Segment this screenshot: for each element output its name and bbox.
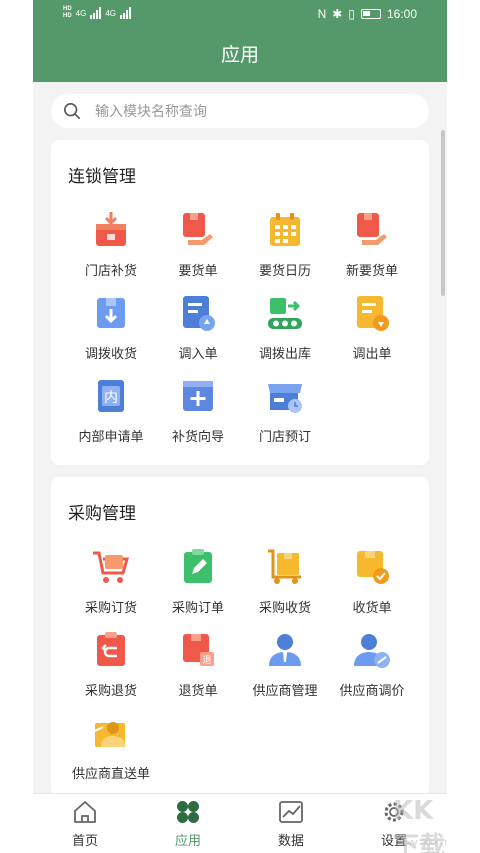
- watermark-url: www.kkx.net: [401, 838, 447, 848]
- scrollbar[interactable]: [441, 130, 445, 296]
- transfer-out-order-icon: [357, 296, 389, 331]
- module-purchase-receive[interactable]: 采购收货: [240, 547, 330, 616]
- status-right: N ✱ ▯ 16:00: [318, 7, 417, 21]
- module-label: 新要货单: [345, 263, 398, 278]
- module-label: 供应商直送单: [71, 766, 150, 781]
- tab-label: 应用: [174, 833, 201, 848]
- module-new-request-order[interactable]: 新要货单: [327, 210, 417, 279]
- module-purchase-return[interactable]: 采购退货: [66, 630, 156, 699]
- replenish-wizard-icon: [183, 381, 213, 411]
- phone-screen: HD HD 4G 4G N ✱ ▯ 16:00 应用 连锁管理 门店补货: [33, 0, 447, 853]
- hd-badge-2: HD: [63, 13, 72, 19]
- tab-home[interactable]: 首页: [45, 798, 125, 849]
- module-store-reservation[interactable]: 门店预订: [240, 376, 330, 445]
- hd-badges: HD HD: [63, 6, 72, 20]
- bottom-tab-bar: 首页 应用 数据 设置: [33, 793, 447, 853]
- vibrate-icon: ▯: [348, 7, 355, 21]
- module-label: 调入单: [178, 346, 218, 361]
- transfer-out-icon: [268, 298, 302, 329]
- module-supplier-direct[interactable]: 供应商直送单: [66, 713, 156, 782]
- module-label: 采购订单: [171, 600, 224, 615]
- search-icon: [63, 102, 81, 120]
- return-order-icon: 退: [183, 634, 214, 666]
- module-purchase-order[interactable]: 采购订单: [153, 547, 243, 616]
- internal-request-icon: 内: [98, 380, 124, 412]
- module-replenish-wizard[interactable]: 补货向导: [153, 376, 243, 445]
- module-label: 调出单: [352, 346, 392, 361]
- request-order-icon: [183, 213, 213, 245]
- receipt-icon: [357, 551, 389, 584]
- store-replenish-icon: [96, 212, 126, 246]
- network-type-2: 4G: [105, 8, 117, 18]
- svg-text:退: 退: [202, 655, 211, 666]
- tab-apps[interactable]: 应用: [148, 798, 228, 849]
- module-internal-request[interactable]: 内 内部申请单: [66, 376, 156, 445]
- purchase-receive-icon: [268, 549, 301, 584]
- status-left: HD HD 4G 4G: [63, 6, 132, 20]
- hd-badge-1: HD: [63, 6, 72, 12]
- module-label: 供应商管理: [252, 683, 318, 698]
- chart-icon: [279, 801, 303, 823]
- module-transfer-out[interactable]: 调拨出库: [240, 293, 330, 362]
- supplier-manage-icon: [269, 634, 301, 666]
- signal-icon-2: [120, 7, 132, 19]
- section-purchase-management: 采购管理 采购订货 采购订单 采购收货 收货单 采购退货 退 退货单 供应商管理…: [51, 477, 429, 797]
- module-label: 内部申请单: [78, 429, 144, 444]
- module-label: 调拨出库: [258, 346, 311, 361]
- request-calendar-icon: [270, 213, 300, 246]
- apps-icon: [177, 801, 199, 823]
- new-request-order-icon: [357, 213, 387, 245]
- module-label: 要货单: [178, 263, 218, 278]
- transfer-in-icon: [183, 296, 215, 331]
- purchase-return-icon: [97, 632, 125, 666]
- tab-label: 数据: [277, 833, 304, 848]
- module-label: 调拨收货: [84, 346, 137, 361]
- module-transfer-in[interactable]: 调入单: [153, 293, 243, 362]
- module-supplier-price[interactable]: 供应商调价: [327, 630, 417, 699]
- module-label: 补货向导: [171, 429, 224, 444]
- battery-icon: [360, 9, 381, 19]
- section-title: 连锁管理: [68, 167, 136, 186]
- section-chain-management: 连锁管理 门店补货 要货单 要货日历 新要货单 调拨收货 调入单 调拨出库 调出…: [51, 140, 429, 465]
- svg-text:内: 内: [104, 390, 118, 406]
- tab-data[interactable]: 数据: [251, 798, 331, 849]
- purchase-order-icon: [184, 549, 212, 583]
- home-icon: [74, 801, 96, 823]
- page-title: 应用: [33, 30, 447, 82]
- search-input[interactable]: [95, 103, 395, 119]
- module-label: 采购订货: [84, 600, 137, 615]
- supplier-price-icon: [354, 634, 390, 668]
- module-request-order[interactable]: 要货单: [153, 210, 243, 279]
- module-label: 要货日历: [258, 263, 311, 278]
- store-reservation-icon: [268, 384, 302, 413]
- module-label: 采购退货: [84, 683, 137, 698]
- module-label: 门店预订: [258, 429, 311, 444]
- bluetooth-icon: ✱: [332, 7, 343, 21]
- module-transfer-out-order[interactable]: 调出单: [327, 293, 417, 362]
- tab-label: 首页: [71, 833, 98, 848]
- module-return-order[interactable]: 退 退货单: [153, 630, 243, 699]
- section-title: 采购管理: [68, 504, 136, 523]
- module-transfer-receive[interactable]: 调拨收货: [66, 293, 156, 362]
- module-label: 供应商调价: [339, 683, 405, 698]
- purchase-cart-icon: [93, 551, 129, 583]
- signal-icon-1: [90, 7, 102, 19]
- module-label: 退货单: [178, 683, 218, 698]
- status-bar: HD HD 4G 4G N ✱ ▯ 16:00: [33, 0, 447, 30]
- module-purchase-cart[interactable]: 采购订货: [66, 547, 156, 616]
- nfc-icon: N: [317, 7, 327, 21]
- module-store-replenish[interactable]: 门店补货: [66, 210, 156, 279]
- search-bar[interactable]: [51, 94, 429, 128]
- module-receipt[interactable]: 收货单: [327, 547, 417, 616]
- module-request-calendar[interactable]: 要货日历: [240, 210, 330, 279]
- module-supplier-manage[interactable]: 供应商管理: [240, 630, 330, 699]
- network-type-1: 4G: [75, 8, 87, 18]
- module-label: 收货单: [352, 600, 392, 615]
- clock: 16:00: [386, 7, 417, 21]
- module-label: 门店补货: [84, 263, 137, 278]
- transfer-receive-icon: [97, 298, 125, 328]
- module-label: 采购收货: [258, 600, 311, 615]
- supplier-direct-icon: [94, 722, 125, 747]
